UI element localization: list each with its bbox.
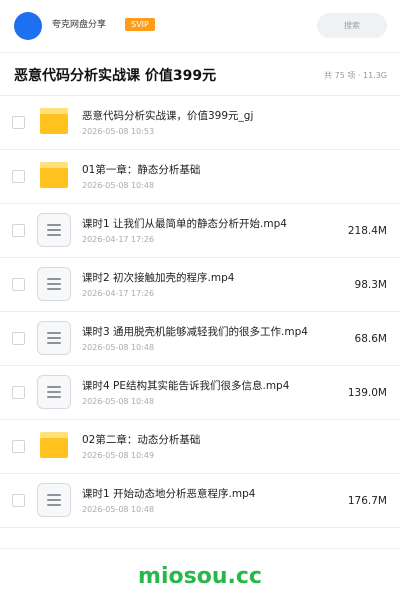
file-checkbox[interactable] (12, 440, 25, 453)
file-checkbox[interactable] (12, 224, 25, 237)
file-date: 2026-05-08 10:48 (82, 505, 155, 514)
file-name[interactable]: 课时4 PE结构其实能告诉我们很多信息.mp4 (82, 379, 289, 393)
file-row[interactable]: 课时3 通用脱壳机能够减轻我们的很多工作.mp4 2026-05-08 10:48… (0, 312, 400, 366)
video-file-icon (37, 213, 71, 247)
file-checkbox[interactable] (12, 386, 25, 399)
file-row[interactable]: 课时1 开始动态地分析恶意程序.mp4 2026-05-08 10:48 176.7… (0, 474, 400, 528)
file-size: 139.0M (347, 387, 387, 399)
avatar[interactable] (14, 12, 42, 40)
share-meta: 共 75 项 · 11.3G (324, 71, 387, 80)
folder-icon (40, 162, 68, 188)
folder-icon (40, 432, 68, 458)
watermark: miosou.cc (138, 564, 262, 589)
file-size: 218.4M (347, 225, 387, 237)
file-date: 2026-04-17 17:26 (82, 235, 155, 244)
footer-divider (0, 548, 400, 549)
file-date: 2026-05-08 10:48 (82, 343, 155, 352)
file-row[interactable]: 课时2 初次接触加壳的程序.mp4 2026-04-17 17:26 98.3M (0, 258, 400, 312)
file-checkbox[interactable] (12, 332, 25, 345)
file-checkbox[interactable] (12, 170, 25, 183)
file-date: 2026-05-08 10:49 (82, 451, 155, 460)
file-name[interactable]: 课时1 让我们从最简单的静态分析开始.mp4 (82, 217, 287, 231)
file-date: 2026-04-17 17:26 (82, 289, 155, 298)
page-title: 恶意代码分析实战课 价值399元 (14, 68, 217, 84)
file-date: 2026-05-08 10:48 (82, 397, 155, 406)
file-name[interactable]: 课时2 初次接触加壳的程序.mp4 (82, 271, 234, 285)
file-checkbox[interactable] (12, 494, 25, 507)
file-row[interactable]: 课时4 PE结构其实能告诉我们很多信息.mp4 2026-05-08 10:48 1… (0, 366, 400, 420)
share-header: 夸克网盘分享 SVIP 搜索 (0, 0, 400, 52)
file-date: 2026-05-08 10:48 (82, 181, 155, 190)
file-date: 2026-05-08 10:53 (82, 127, 155, 136)
file-name[interactable]: 02第二章：动态分析基础 (82, 433, 200, 447)
share-title: 夸克网盘分享 (52, 20, 107, 30)
file-name[interactable]: 课时3 通用脱壳机能够减轻我们的很多工作.mp4 (82, 325, 308, 339)
file-size: 68.6M (354, 333, 387, 345)
file-name[interactable]: 恶意代码分析实战课，价值399元_gj (82, 109, 253, 123)
video-file-icon (37, 375, 71, 409)
file-row[interactable]: 恶意代码分析实战课，价值399元_gj 2026-05-08 10:53 (0, 96, 400, 150)
file-list: 恶意代码分析实战课，价值399元_gj 2026-05-08 10:53 01第一章… (0, 96, 400, 528)
file-row[interactable]: 01第一章：静态分析基础 2026-05-08 10:48 (0, 150, 400, 204)
file-name[interactable]: 01第一章：静态分析基础 (82, 163, 200, 177)
file-row[interactable]: 课时1 让我们从最简单的静态分析开始.mp4 2026-04-17 17:26 21… (0, 204, 400, 258)
video-file-icon (37, 321, 71, 355)
file-size: 98.3M (354, 279, 387, 291)
video-file-icon (37, 267, 71, 301)
folder-icon (40, 108, 68, 134)
search-input[interactable]: 搜索 (317, 13, 387, 38)
video-file-icon (37, 483, 71, 517)
svip-badge: SVIP (125, 18, 155, 31)
file-row[interactable]: 02第二章：动态分析基础 2026-05-08 10:49 (0, 420, 400, 474)
share-title-row: 恶意代码分析实战课 价值399元 共 75 项 · 11.3G (0, 53, 400, 95)
file-size: 176.7M (347, 495, 387, 507)
file-checkbox[interactable] (12, 278, 25, 291)
file-name[interactable]: 课时1 开始动态地分析恶意程序.mp4 (82, 487, 255, 501)
file-checkbox[interactable] (12, 116, 25, 129)
